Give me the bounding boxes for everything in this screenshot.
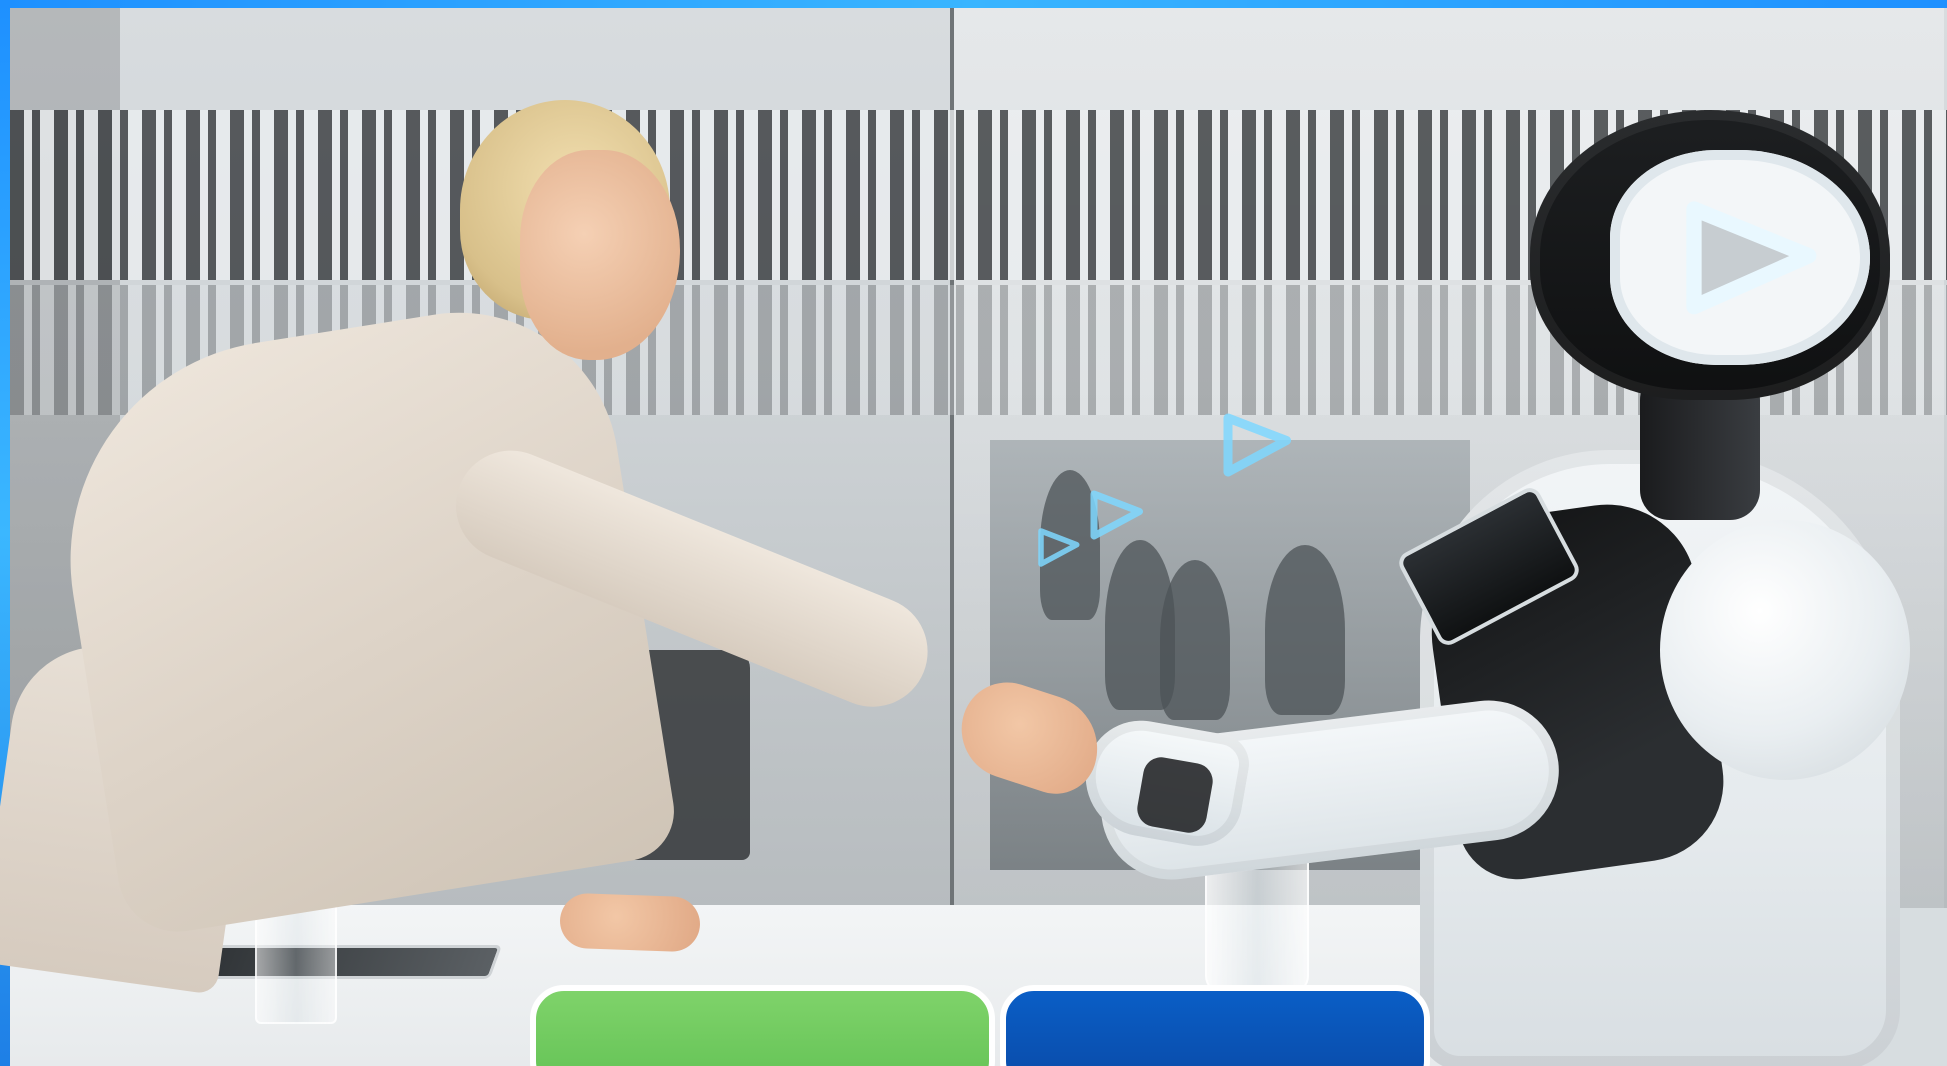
photo-frame	[0, 0, 1947, 1066]
hologram-triangle-icon	[1038, 528, 1080, 567]
frame-top-accent	[0, 0, 1947, 8]
green-cta-button[interactable]	[530, 985, 995, 1066]
woman-hand-on-table	[559, 892, 701, 953]
background-person	[1160, 560, 1230, 720]
robot-hand-joint	[1134, 754, 1216, 836]
tablet-on-table	[193, 945, 503, 979]
hologram-triangle-icon	[1090, 490, 1143, 540]
blue-cta-button[interactable]	[1000, 985, 1430, 1066]
background-person	[1265, 545, 1345, 715]
robot-shoulder	[1660, 520, 1910, 780]
robot-eye-icon	[1686, 201, 1817, 315]
hologram-triangle-icon	[1223, 413, 1291, 477]
